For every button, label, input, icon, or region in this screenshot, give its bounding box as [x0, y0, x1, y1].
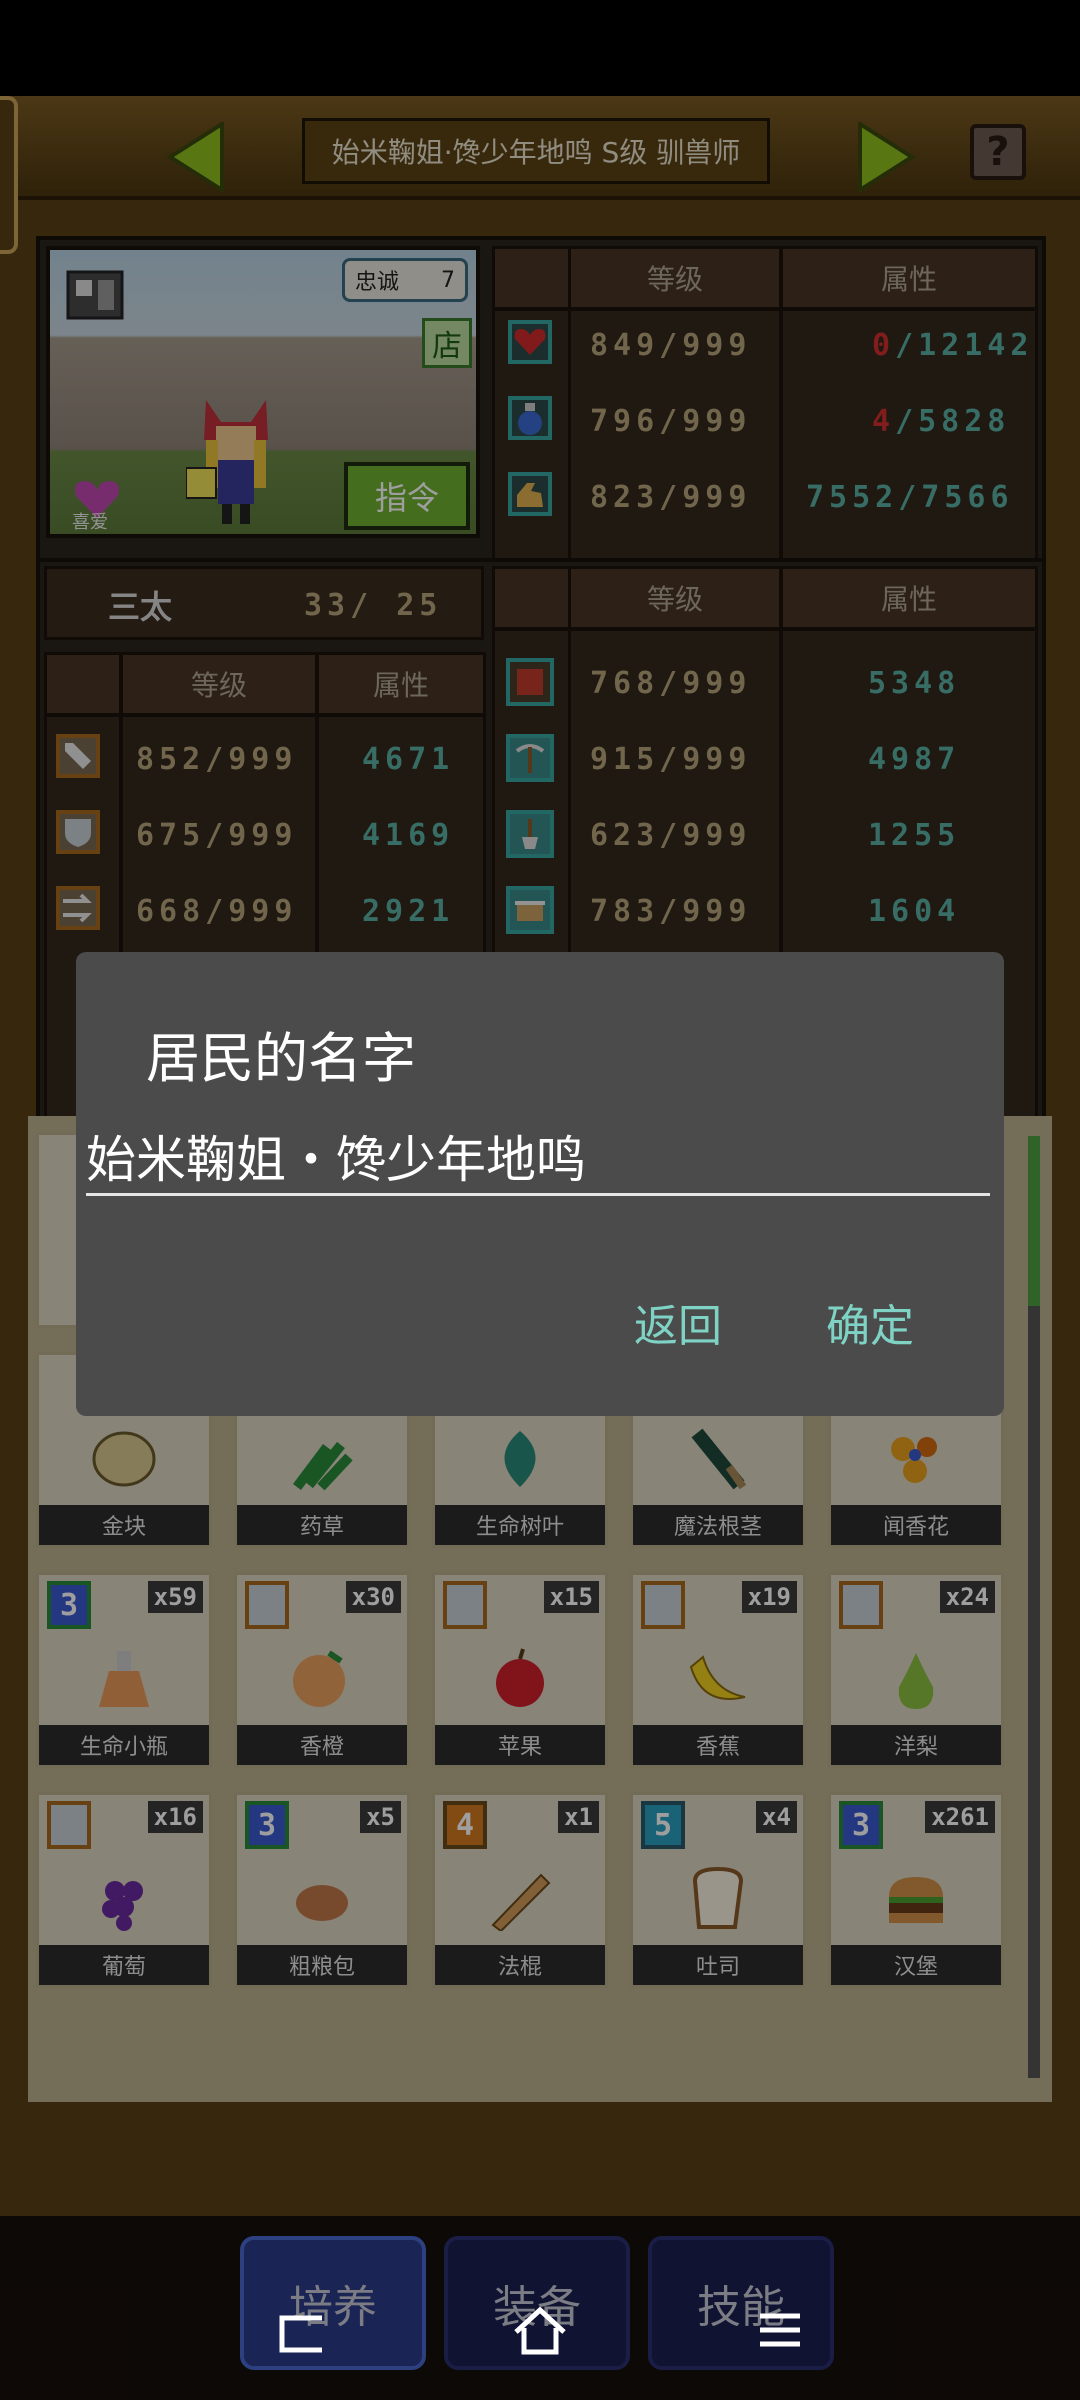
- name-input[interactable]: 始米鞠姐・馋少年地鸣: [86, 1120, 990, 1196]
- system-nav-bar: [0, 2290, 1080, 2400]
- dialog-title: 居民的名字: [146, 1027, 416, 1090]
- home-icon[interactable]: [510, 2304, 570, 2358]
- ok-button[interactable]: 确定: [826, 1290, 914, 1354]
- back-icon[interactable]: [274, 2310, 330, 2358]
- rename-dialog: 居民的名字 始米鞠姐・馋少年地鸣 返回 确定: [76, 952, 1004, 1416]
- menu-icon[interactable]: [756, 2310, 804, 2352]
- cancel-button[interactable]: 返回: [634, 1290, 722, 1354]
